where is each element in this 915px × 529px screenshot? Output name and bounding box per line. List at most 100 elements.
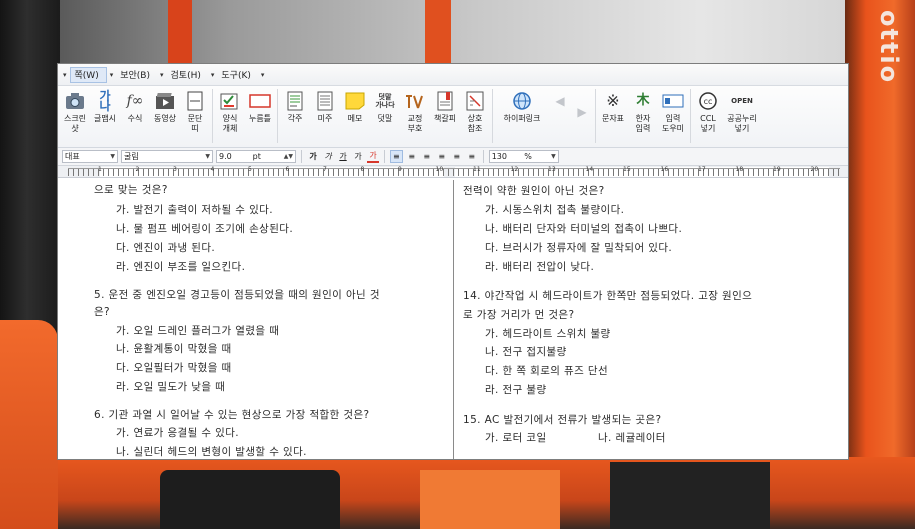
cross-ref-icon <box>464 90 486 112</box>
bookmark-button[interactable]: 책갈피 <box>430 89 460 143</box>
column-divider-button[interactable]: 문단 띠 <box>180 89 210 143</box>
chevron-down-icon[interactable]: ▾ <box>208 71 218 79</box>
button-label: 미주 <box>317 114 333 123</box>
align-justify-button[interactable]: ≡ <box>390 150 403 163</box>
ribbon-group-link: 하이퍼링크 ◀ ▶ <box>495 89 596 143</box>
align-left-button[interactable]: ≡ <box>406 150 418 163</box>
hanja-icon: 木 <box>636 93 650 108</box>
button-label: 양식 개체 <box>222 114 238 133</box>
answer-option: 다. 오일필터가 막혔을 때 <box>116 362 232 374</box>
question-text: 전력이 약한 원인이 아닌 것은? <box>463 185 605 197</box>
menu-security[interactable]: 보안(B) <box>116 67 157 83</box>
push-button-field-button[interactable]: 누름틀 <box>245 89 275 143</box>
glyph-art-text: 가나 <box>99 89 111 113</box>
camera-icon <box>64 90 86 112</box>
ribbon-group-license: cc CCL 넣기 OPEN 공공누리 넣기 <box>693 89 763 143</box>
ruler-number: 15 <box>623 166 631 173</box>
toolbar-separator <box>482 150 484 163</box>
background-machine-part <box>420 470 560 529</box>
hyperlink-button[interactable]: 하이퍼링크 <box>495 89 549 143</box>
menu-label: 보안(B) <box>120 71 150 81</box>
arrow-left-icon: ◀ <box>555 94 565 108</box>
style-select[interactable]: 대표 ▼ <box>62 150 118 163</box>
button-label: 한자 입력 <box>635 114 651 133</box>
font-select[interactable]: 굴림 ▼ <box>121 150 213 163</box>
background-machine-part <box>610 462 770 529</box>
video-button[interactable]: 동영상 <box>150 89 180 143</box>
screenshot-button[interactable]: 스크린 샷 <box>60 89 90 143</box>
ccl-icon: cc <box>697 90 719 112</box>
align-center-button[interactable]: ≡ <box>421 150 433 163</box>
background-machine-part <box>160 470 340 529</box>
ribbon-group-input: ※ 문자표 木 한자 입력 입력 도우미 <box>598 89 691 143</box>
chevron-down-icon[interactable]: ▾ <box>60 71 70 79</box>
background-beam <box>168 0 192 70</box>
line-spacing-select[interactable]: 130 % ▼ <box>488 150 559 163</box>
menu-tools[interactable]: 도구(K) <box>217 67 258 83</box>
endnote-button[interactable]: 미주 <box>310 89 340 143</box>
memo-button[interactable]: 메모 <box>340 89 370 143</box>
answer-option: 나. 윤활계통이 막혔을 때 <box>116 343 232 355</box>
svg-text:cc: cc <box>704 97 713 106</box>
question-text: 은? <box>94 306 111 318</box>
font-color-button[interactable]: 가 <box>367 150 379 163</box>
ruler-number: 11 <box>473 166 481 173</box>
align-right-button[interactable]: ≡ <box>436 150 448 163</box>
document-page[interactable]: 으로 맞는 것은? 가. 발전기 출력이 저하될 수 있다. 나. 물 펌프 베어링… <box>58 180 848 459</box>
bold-button[interactable]: 가 <box>307 150 319 163</box>
link-forward-button[interactable]: ▶ <box>571 89 593 143</box>
answer-option: 나. 물 펌프 베어링이 조기에 손상된다. <box>116 223 294 235</box>
menu-page[interactable]: 쪽(W) <box>69 66 107 83</box>
background-beam <box>425 0 451 70</box>
form-object-button[interactable]: 양식 개체 <box>215 89 245 143</box>
underline-button[interactable]: 가 <box>337 150 349 163</box>
button-label: 누름틀 <box>248 114 272 123</box>
symbol-table-button[interactable]: ※ 문자표 <box>598 89 628 143</box>
hanja-input-button[interactable]: 木 한자 입력 <box>628 89 658 143</box>
button-label: 입력 도우미 <box>661 114 685 133</box>
chevron-down-icon[interactable]: ▾ <box>157 71 167 79</box>
cross-reference-button[interactable]: 상호 참조 <box>460 89 490 143</box>
background-forklift-seat <box>0 320 58 529</box>
button-label: 상호 참조 <box>467 114 483 133</box>
style-value: 대표 <box>65 152 80 161</box>
answer-option: 다. 엔진이 과냉 된다. <box>116 242 216 254</box>
toolbar-separator <box>384 150 385 163</box>
answer-option: 라. 엔진이 부조를 일으킨다. <box>116 261 246 273</box>
arrow-right-icon: ▶ <box>577 105 587 119</box>
glyph-art-button[interactable]: 가나 글맵시 <box>90 89 120 143</box>
input-helper-button[interactable]: 입력 도우미 <box>658 89 688 143</box>
ribbon-group-reference: 각주 미주 메모 덧말 가나다 덧말 교정 부호 책갈피 상호 참조 <box>280 89 493 143</box>
strikethrough-button[interactable]: 가 <box>352 150 364 163</box>
dot-text-button[interactable]: 덧말 가나다 덧말 <box>370 89 400 143</box>
chevron-down-icon[interactable]: ▾ <box>107 71 117 79</box>
align-distribute-button[interactable]: ≡ <box>451 150 463 163</box>
ccl-insert-button[interactable]: cc CCL 넣기 <box>693 89 723 143</box>
formula-button[interactable]: f∞ 수식 <box>120 89 150 143</box>
question-text: 14. 야간작업 시 헤드라이트가 한쪽만 점등되었다. 고장 원인으 <box>463 290 753 302</box>
answer-option: 나. 배터리 단자와 터미널의 접촉이 나쁘다. <box>485 223 683 235</box>
answer-option: 가. 오일 드레인 플러그가 열렸을 때 <box>116 325 280 337</box>
font-size-value: 9.0 <box>219 152 232 161</box>
ruler-number: 4 <box>210 166 215 173</box>
public-license-insert-button[interactable]: OPEN 공공누리 넣기 <box>723 89 761 143</box>
link-back-button[interactable]: ◀ <box>549 89 571 143</box>
menu-review[interactable]: 검토(H) <box>167 67 208 83</box>
hwp-editor-window: ▾ 쪽(W) ▾ 보안(B) ▾ 검토(H) ▾ 도구(K) ▾ 스크린 샷 가… <box>58 64 848 459</box>
button-label: 수식 <box>127 114 143 123</box>
proof-mark-button[interactable]: 교정 부호 <box>400 89 430 143</box>
ruler-number: 14 <box>585 166 594 173</box>
horizontal-ruler[interactable]: 1 2 3 4 5 6 7 8 9 10 11 12 13 14 15 16 17 18 19 20 <box>58 166 848 178</box>
ruler-number: 3 <box>173 166 177 173</box>
forklift-brand-text: ottio <box>875 10 903 85</box>
answer-option: 가. 발전기 출력이 저하될 수 있다. <box>116 204 273 216</box>
footnote-button[interactable]: 각주 <box>280 89 310 143</box>
symbol-icon: ※ <box>606 91 620 110</box>
ruler-number: 18 <box>735 166 744 173</box>
chevron-down-icon[interactable]: ▾ <box>258 71 268 79</box>
italic-button[interactable]: 가 <box>322 150 334 163</box>
button-label: 문자표 <box>601 114 625 123</box>
font-size-select[interactable]: 9.0 pt ▲▼ <box>216 150 296 163</box>
align-divide-button[interactable]: ≡ <box>466 150 478 163</box>
question-text: 으로 맞는 것은? <box>94 184 168 196</box>
